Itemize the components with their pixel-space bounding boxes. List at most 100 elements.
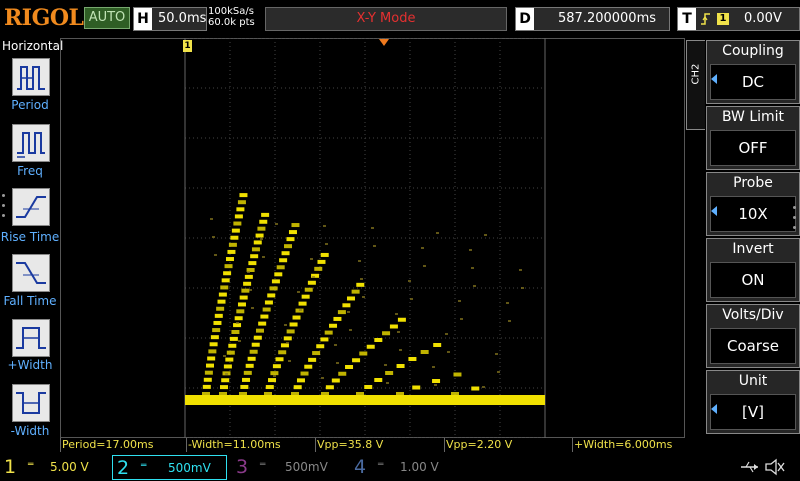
trace-segment (307, 280, 316, 285)
trace-segment (251, 342, 260, 347)
left-arrow-icon (711, 74, 717, 84)
rigol-logo: RIGOL (4, 5, 84, 31)
probe-menu[interactable]: Probe 10X (706, 172, 800, 236)
negative-width-label: -Width (10, 424, 50, 438)
trace-segment (301, 294, 310, 299)
trace-noise (275, 223, 278, 225)
trace-segment (260, 314, 269, 319)
freq-button[interactable] (12, 124, 50, 162)
trace-segment (253, 335, 262, 340)
trace-noise (210, 218, 213, 220)
panel-page-dots (2, 194, 6, 224)
invert-menu[interactable]: Invert ON (706, 238, 800, 302)
coupling-menu[interactable]: Coupling DC (706, 40, 800, 104)
trace-noise (484, 234, 487, 236)
unit-menu[interactable]: Unit [V] (706, 370, 800, 434)
trace-noise (247, 271, 250, 273)
trace-segment (219, 385, 228, 390)
trace-segment (243, 281, 252, 286)
channel1-scale: 5.00 V (50, 460, 89, 474)
trace-segment (432, 379, 441, 383)
trigger-position-arrow-icon[interactable] (379, 39, 389, 46)
volts-div-menu[interactable]: Volts/Div Coarse (706, 304, 800, 368)
trace-segment (352, 358, 361, 363)
trace-noise (260, 238, 263, 240)
trace-noise (397, 331, 400, 333)
channel3-number: 3 (236, 456, 249, 478)
trace-segment (286, 329, 295, 334)
trace-segment (356, 392, 364, 396)
channel4-number: 4 (354, 456, 367, 478)
channel2-status[interactable]: 2 ═ 500mV (112, 455, 227, 480)
trace-noise (325, 243, 328, 245)
trace-segment (205, 363, 214, 368)
trace-segment (382, 331, 391, 336)
trace-segment (345, 365, 354, 369)
sample-info: 100kSa/s 60.0k pts (208, 6, 255, 28)
trace-segment (231, 330, 240, 334)
trace-segment (337, 310, 346, 315)
speaker-mute-icon[interactable] (764, 458, 786, 476)
trace-noise (469, 249, 472, 251)
trigger-source-badge: 1 (717, 13, 729, 25)
trace-segment (316, 344, 325, 349)
trace-segment (243, 370, 252, 375)
freq-label: Freq (17, 164, 43, 178)
channel1-trigger-marker[interactable]: 1 (183, 40, 192, 52)
negative-width-button[interactable] (12, 384, 50, 422)
trace-noise (410, 298, 413, 300)
trace-segment (265, 385, 274, 390)
trace-segment (259, 219, 268, 224)
trace-segment (255, 233, 264, 238)
trace-segment (214, 313, 223, 318)
trace-segment (268, 378, 277, 383)
trace-segment (234, 214, 243, 219)
fall-time-button[interactable] (12, 254, 50, 292)
trace-segment (276, 265, 285, 270)
trace-noise (473, 285, 476, 287)
trace-noise (436, 232, 439, 234)
rise-time-label: Rise Time (0, 230, 60, 244)
measure-vpp-ch1: Vpp=35.8 V (315, 438, 444, 452)
period-label: Period (11, 98, 49, 112)
waveform-display[interactable] (60, 38, 685, 438)
positive-width-button[interactable] (12, 319, 50, 357)
trace-noise (321, 377, 324, 379)
trigger-box[interactable]: T 1 0.00V (677, 7, 800, 31)
trace-segment (356, 282, 365, 287)
trace-segment (204, 370, 213, 375)
channel4-status[interactable]: 4 ═ 1.00 V (350, 455, 460, 480)
trace-noise (236, 322, 239, 324)
trace-noise (445, 333, 448, 335)
trace-segment (234, 316, 243, 321)
trace-segment (233, 221, 242, 226)
timebase-value: 50.0ms (158, 11, 207, 26)
period-button[interactable] (12, 58, 50, 96)
trace-segment (408, 357, 417, 361)
trace-segment (255, 328, 264, 333)
trace-segment (278, 350, 287, 355)
timebase-box[interactable]: H 50.0ms (133, 7, 207, 31)
trace-segment (221, 378, 230, 383)
trace-segment (229, 336, 238, 341)
bw-limit-menu[interactable]: BW Limit OFF (706, 106, 800, 170)
trace-segment (412, 385, 421, 390)
channel1-status[interactable]: 1 ═ 5.00 V (0, 455, 110, 480)
auto-button[interactable]: AUTO (84, 7, 130, 29)
trace-segment (208, 349, 217, 354)
trace-segment (471, 386, 480, 391)
trace-segment (239, 392, 247, 396)
delay-box[interactable]: D 587.200000ms (515, 7, 670, 31)
trace-segment (247, 356, 256, 361)
trace-noise (471, 267, 474, 269)
rise-time-button[interactable] (12, 188, 50, 226)
channel3-status[interactable]: 3 ═ 500mV (232, 455, 342, 480)
delay-value: 587.200000ms (558, 11, 657, 26)
trace-segment (271, 279, 280, 284)
trace-segment (325, 385, 334, 390)
trace-noise (386, 382, 389, 384)
trace-noise (223, 355, 226, 357)
rising-edge-icon (701, 13, 710, 25)
trace-noise (506, 302, 509, 304)
trace-noise (262, 256, 265, 258)
